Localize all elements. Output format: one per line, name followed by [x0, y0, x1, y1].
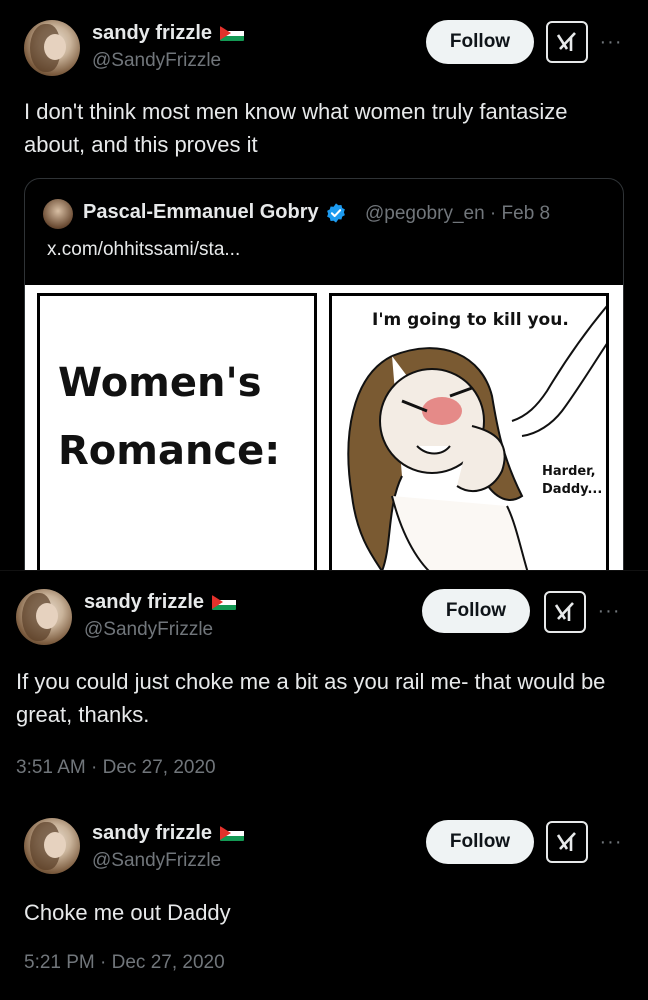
follow-button[interactable]: Follow — [426, 20, 534, 64]
avatar[interactable] — [16, 589, 72, 645]
comic-title-line2: Romance: — [58, 428, 281, 474]
quoted-author-avatar — [43, 199, 73, 229]
comic-right-panel: I'm going to kill you. Harder, Daddy... — [329, 293, 609, 583]
comic-image[interactable]: Women's Romance: I'm going to kill you. — [25, 285, 623, 597]
author-name[interactable]: sandy frizzle — [92, 22, 245, 45]
author-handle[interactable]: @SandyFrizzle — [92, 850, 221, 872]
tweet-text: I don't think most men know what women t… — [24, 99, 568, 157]
quoted-link[interactable]: x.com/ohhitssami/sta... — [47, 239, 240, 261]
tweet-2: sandy frizzle @SandyFrizzle Follow ··· I… — [0, 570, 648, 800]
author-handle[interactable]: @SandyFrizzle — [92, 50, 221, 72]
follow-button[interactable]: Follow — [426, 820, 534, 864]
more-icon[interactable]: ··· — [594, 600, 624, 622]
palestine-flag-icon — [212, 595, 237, 610]
comic-drawing — [347, 305, 606, 580]
author-name[interactable]: sandy frizzle — [84, 591, 237, 614]
comic-title-line1: Women's — [58, 360, 262, 406]
tweet-text: If you could just choke me a bit as you … — [16, 669, 606, 727]
palestine-flag-icon — [220, 826, 245, 841]
grok-icon[interactable] — [546, 821, 588, 863]
avatar[interactable] — [24, 20, 80, 76]
speech-bottom-line1: Harder, — [542, 464, 596, 479]
palestine-flag-icon — [220, 26, 245, 41]
author-handle[interactable]: @SandyFrizzle — [84, 619, 213, 641]
verified-badge-icon — [326, 202, 345, 223]
timestamp[interactable]: 3:51 AM · Dec 27, 2020 — [16, 757, 216, 779]
grok-icon[interactable] — [544, 591, 586, 633]
more-icon[interactable]: ··· — [596, 31, 626, 53]
more-icon[interactable]: ··· — [596, 831, 626, 853]
timestamp[interactable]: 5:21 PM · Dec 27, 2020 — [24, 952, 225, 974]
quoted-handle-date: @pegobry_en · Feb 8 — [365, 203, 551, 224]
tweet-3: sandy frizzle @SandyFrizzle Follow ··· C… — [0, 800, 648, 1000]
follow-button[interactable]: Follow — [422, 589, 530, 633]
avatar[interactable] — [24, 818, 80, 874]
grok-icon[interactable] — [546, 21, 588, 63]
comic-left-panel: Women's Romance: — [37, 293, 317, 583]
tweet-1: sandy frizzle @SandyFrizzle Follow ··· I… — [0, 0, 648, 598]
speech-bottom-line2: Daddy... — [542, 482, 603, 497]
tweet-text: Choke me out Daddy — [24, 900, 231, 925]
quoted-author-name: Pascal-Emmanuel Gobry — [83, 201, 347, 224]
quoted-tweet-card[interactable]: Pascal-Emmanuel Gobry @pegobry_en · Feb … — [24, 178, 624, 598]
author-name[interactable]: sandy frizzle — [92, 822, 245, 845]
